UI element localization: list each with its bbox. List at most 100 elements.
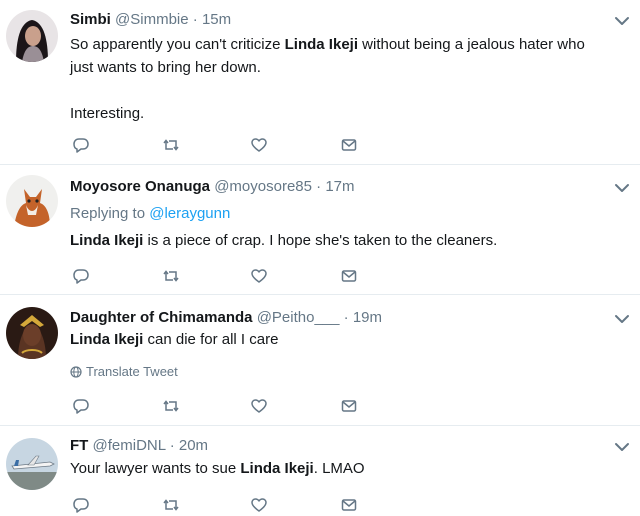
direct-message-icon (341, 139, 357, 151)
tweet-header: Simbi @Simmbie · 15m (70, 10, 231, 30)
woman-avatar-gold-headpiece-icon (6, 307, 58, 359)
separator: · (316, 178, 322, 195)
direct-message-icon (341, 499, 357, 511)
direct-message-icon (341, 270, 357, 282)
retweet-button[interactable] (160, 265, 182, 287)
avatar[interactable] (6, 307, 58, 359)
highlighted-term: Linda Ikeji (240, 460, 314, 477)
globe-icon (70, 366, 82, 378)
direct-message-icon (341, 400, 357, 412)
tweet-text: So apparently you can't criticize Linda … (70, 35, 585, 127)
tweet-header: Moyosore Onanuga @moyosore85 · 17m (70, 177, 355, 197)
author-handle[interactable]: @moyosore85 (214, 178, 312, 195)
separator: · (343, 309, 349, 326)
tweet-text-line: Linda Ikeji can die for all I care (70, 330, 278, 353)
timestamp[interactable]: 15m (202, 11, 231, 28)
tweet-text-line: Interesting. (70, 104, 585, 127)
tweet-text: Linda Ikeji can die for all I care (70, 330, 278, 353)
tweet-text-segment: just wants to bring her down. (70, 59, 261, 76)
tweet-text-line: So apparently you can't criticize Linda … (70, 35, 585, 58)
replying-to-label: Replying to (70, 205, 146, 222)
separator: · (169, 437, 175, 454)
author-name[interactable]: FT (70, 437, 88, 454)
tweet-header: FT @femiDNL · 20m (70, 436, 208, 456)
highlighted-term: Linda Ikeji (70, 331, 144, 348)
reply-button[interactable] (70, 494, 92, 516)
translate-tweet-link[interactable]: Translate Tweet (70, 364, 178, 379)
timestamp[interactable]: 19m (353, 309, 382, 326)
like-icon (251, 399, 267, 413)
chevron-down-icon[interactable] (614, 314, 630, 324)
tweet-actions (70, 265, 370, 287)
tweet[interactable]: Moyosore Onanuga @moyosore85 · 17m Reply… (0, 165, 640, 295)
author-name[interactable]: Moyosore Onanuga (70, 178, 210, 195)
author-name[interactable]: Daughter of Chimamanda (70, 309, 253, 326)
tweet[interactable]: FT @femiDNL · 20m Your lawyer wants to s… (0, 426, 640, 513)
tweet-actions (70, 395, 370, 417)
tweet-text-line: just wants to bring her down. (70, 58, 585, 81)
highlighted-term: Linda Ikeji (284, 36, 358, 53)
like-button[interactable] (248, 134, 270, 156)
highlighted-term: Linda Ikeji (70, 232, 144, 249)
retweet-button[interactable] (160, 134, 182, 156)
translate-tweet-label: Translate Tweet (86, 364, 178, 379)
tweet-text-segment: So apparently you can't criticize (70, 36, 285, 53)
reply-button[interactable] (70, 265, 92, 287)
reply-icon (73, 138, 89, 153)
author-name[interactable]: Simbi (70, 11, 111, 28)
tweet-text-segment: Interesting. (70, 105, 145, 122)
chevron-down-icon[interactable] (614, 442, 630, 452)
reply-button[interactable] (70, 134, 92, 156)
retweet-icon (163, 139, 179, 151)
avatar[interactable] (6, 175, 58, 227)
author-handle[interactable]: @femiDNL (93, 437, 166, 454)
tweet-text-line (70, 81, 585, 104)
retweet-button[interactable] (160, 494, 182, 516)
timestamp[interactable]: 20m (179, 437, 208, 454)
tweet-actions (70, 494, 370, 516)
mention-link[interactable]: @leraygunn (149, 205, 230, 222)
tweet-text-segment: Your lawyer wants to sue (70, 460, 241, 477)
author-handle[interactable]: @Peitho___ (257, 309, 340, 326)
reply-icon (73, 399, 89, 414)
timestamp[interactable]: 17m (325, 178, 354, 195)
replying-to: Replying to @leraygunn (70, 204, 230, 224)
tweet-text-segment: can die for all I care (143, 331, 279, 348)
tweet-header: Daughter of Chimamanda @Peitho___ · 19m (70, 308, 382, 328)
tweet-text: Linda Ikeji is a piece of crap. I hope s… (70, 231, 497, 254)
chevron-down-icon[interactable] (614, 183, 630, 193)
woman-avatar-dark-hair-icon (6, 10, 58, 62)
like-icon (251, 498, 267, 512)
tweet-text: Your lawyer wants to sue Linda Ikeji. LM… (70, 459, 365, 482)
retweet-icon (163, 400, 179, 412)
reply-icon (73, 269, 89, 284)
tweet[interactable]: Simbi @Simmbie · 15m So apparently you c… (0, 0, 640, 165)
like-button[interactable] (248, 395, 270, 417)
retweet-icon (163, 270, 179, 282)
fox-avatar-icon (6, 175, 58, 227)
tweet-text-line: Linda Ikeji is a piece of crap. I hope s… (70, 231, 497, 254)
tweet-actions (70, 134, 370, 156)
reply-button[interactable] (70, 395, 92, 417)
separator: · (192, 11, 198, 28)
direct-message-button[interactable] (338, 494, 360, 516)
reply-icon (73, 498, 89, 513)
direct-message-button[interactable] (338, 265, 360, 287)
retweet-button[interactable] (160, 395, 182, 417)
author-handle[interactable]: @Simmbie (115, 11, 189, 28)
avatar[interactable] (6, 438, 58, 490)
tweet-text-segment: without being a jealous hater who (358, 36, 585, 53)
tweet-text-segment: is a piece of crap. I hope she's taken t… (143, 232, 498, 249)
like-icon (251, 138, 267, 152)
chevron-down-icon[interactable] (614, 16, 630, 26)
tweet[interactable]: Daughter of Chimamanda @Peitho___ · 19m … (0, 295, 640, 426)
like-button[interactable] (248, 494, 270, 516)
like-icon (251, 269, 267, 283)
tweet-text-segment: . LMAO (313, 460, 365, 477)
avatar[interactable] (6, 10, 58, 62)
direct-message-button[interactable] (338, 395, 360, 417)
retweet-icon (163, 499, 179, 511)
direct-message-button[interactable] (338, 134, 360, 156)
like-button[interactable] (248, 265, 270, 287)
airplane-avatar-icon (6, 438, 58, 490)
